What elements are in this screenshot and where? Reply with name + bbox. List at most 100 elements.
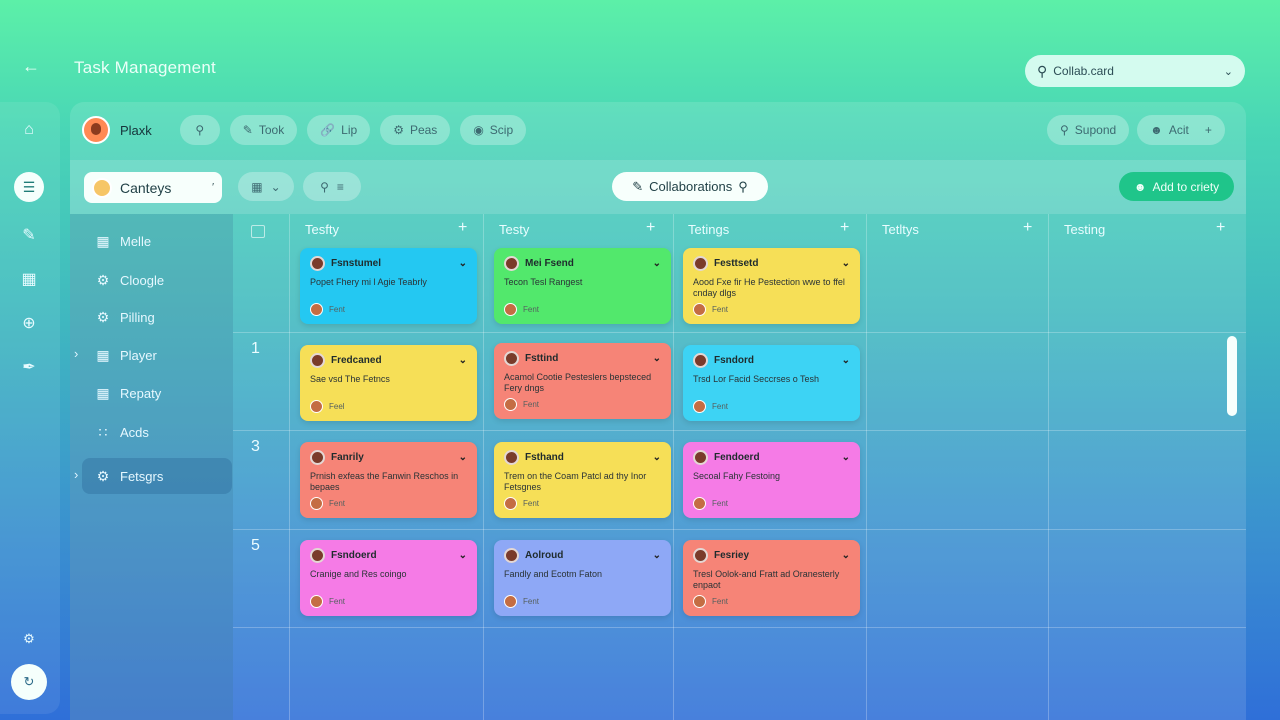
card-footer: Fent xyxy=(504,595,539,608)
link-toggle[interactable]: ⚲ ≡ xyxy=(303,172,361,201)
chevron-down-icon[interactable]: ⌄ xyxy=(459,258,467,269)
task-card[interactable]: Fsndord ⌄ Trsd Lor Facid Seccrses o Tesh Fe… xyxy=(683,345,860,421)
add-column-icon[interactable]: + xyxy=(458,219,467,237)
board-icon: ▦ xyxy=(251,179,263,194)
chevron-down-icon[interactable]: ⌄ xyxy=(842,452,850,463)
toolbar-pill-label: Peas xyxy=(409,123,438,137)
card-owner: Fent xyxy=(329,499,346,508)
task-card[interactable]: Mei Fsend ⌄ Tecon Tesl Rangest Fent xyxy=(494,248,671,324)
task-card[interactable]: Fredcaned ⌄ Sae vsd The Fetncs Feel xyxy=(300,345,477,421)
sidebar-item-melle[interactable]: ▦ Melle xyxy=(82,223,232,259)
supond-button[interactable]: ⚲ Supond xyxy=(1047,115,1130,145)
card-owner: Fent xyxy=(329,597,346,606)
view-toggle[interactable]: ▦ ⌄ xyxy=(238,172,294,201)
edit-icon[interactable]: ✎ xyxy=(19,226,39,246)
icon-rail: ⌂ ☰ ✎ ▦ ⊕ ✒ ⚙ ↻ xyxy=(0,102,60,714)
chevron-down-icon[interactable]: ⌄ xyxy=(653,258,661,269)
logout-icon[interactable]: ↻ xyxy=(11,664,47,700)
task-card[interactable]: Fendoerd ⌄ Secoal Fahy Festoing Fent xyxy=(683,442,860,518)
home-icon[interactable]: ⌂ xyxy=(19,120,39,140)
settings-icon[interactable]: ⚙ xyxy=(19,629,39,649)
tag-icon: ◉ xyxy=(473,123,484,137)
chevron-down-icon[interactable]: ⌄ xyxy=(842,550,850,561)
assignee-avatar xyxy=(310,256,325,271)
toolbar-pill-scip[interactable]: ◉ Scip xyxy=(460,115,527,145)
toolbar-pill-peas[interactable]: ⚙ Peas xyxy=(380,115,451,145)
sidebar-item-player[interactable]: ▦ Player xyxy=(82,337,232,373)
assignee-avatar xyxy=(693,548,708,563)
sidebar-item-fetsgrs[interactable]: ⚙ Fetsgrs xyxy=(82,458,232,494)
chevron-down-icon[interactable]: ⌄ xyxy=(459,550,467,561)
gear-icon: ⚙ xyxy=(393,123,404,137)
add-column-icon[interactable]: + xyxy=(1023,219,1032,237)
chevron-down-icon[interactable]: ⌄ xyxy=(459,452,467,463)
chevron-right-icon[interactable]: › xyxy=(74,467,78,482)
card-title: Fredcaned xyxy=(331,355,382,366)
search-button[interactable]: ⚲ xyxy=(179,115,220,145)
user-name: Plaxk xyxy=(120,122,152,138)
card-description: Prnish exfeas the Fanwin Reschos in bepa… xyxy=(310,471,459,492)
task-card[interactable]: Fsttind ⌄ Acamol Cootie Pesteslers bepstec… xyxy=(494,343,671,419)
toolbar-pill-lip[interactable]: 🔗 Lip xyxy=(307,115,371,145)
grid-line xyxy=(233,627,1246,628)
grid-line xyxy=(673,214,674,720)
sidebar-item-repaty[interactable]: ▦ Repaty xyxy=(82,375,232,411)
row-number: 1 xyxy=(251,340,260,357)
task-card[interactable]: Aolroud ⌄ Fandly and Ecotm Faton Fent xyxy=(494,540,671,616)
card-header: Fredcaned ⌄ xyxy=(310,353,467,368)
task-card[interactable]: Fsndoerd ⌄ Cranige and Res coingo Fent xyxy=(300,540,477,616)
owner-avatar xyxy=(693,400,706,413)
plus-icon[interactable]: + xyxy=(1205,123,1212,137)
add-column-icon[interactable]: + xyxy=(646,219,655,237)
sidebar-item-label: Acds xyxy=(120,424,149,440)
card-description: Cranige and Res coingo xyxy=(310,569,407,579)
chevron-down-icon[interactable]: ⌄ xyxy=(459,355,467,366)
vertical-scrollbar[interactable] xyxy=(1227,336,1237,416)
back-arrow-icon[interactable]: ← xyxy=(22,56,40,77)
task-card[interactable]: Festtsetd ⌄ Aood Fxe fir He Pestection wwe… xyxy=(683,248,860,324)
column-header: Testy xyxy=(499,222,530,237)
dots-grid-icon: ∷ xyxy=(98,423,108,440)
chevron-down-icon[interactable]: ⌄ xyxy=(653,353,661,364)
card-header: Festtsetd ⌄ xyxy=(693,256,850,271)
add-button[interactable]: ☻ Add to criety xyxy=(1119,172,1234,201)
grid-icon: ▦ xyxy=(96,232,110,249)
card-header: Fsttind ⌄ xyxy=(504,351,661,366)
grid-line xyxy=(1048,214,1049,720)
top-search-dropdown[interactable]: ⚲ Collab.card ⌄ xyxy=(1025,55,1245,87)
add-column-icon[interactable]: + xyxy=(1216,219,1225,237)
task-card[interactable]: Fesriey ⌄ Tresl Oolok-and Fratt ad Oranest… xyxy=(683,540,860,616)
pen-icon[interactable]: ✒ xyxy=(19,358,39,378)
sidebar-item-pilling[interactable]: ⚙ Pilling xyxy=(82,299,232,335)
select-all-checkbox[interactable] xyxy=(251,225,265,238)
task-card[interactable]: Fsthand ⌄ Trem on the Coam Patcl ad thy In… xyxy=(494,442,671,518)
sidebar-item-label: Repaty xyxy=(120,385,162,401)
chevron-down-icon[interactable]: ⌄ xyxy=(842,355,850,366)
menu-icon[interactable]: ☰ xyxy=(14,172,44,202)
add-column-icon[interactable]: + xyxy=(840,219,849,237)
chevron-down-icon[interactable]: ⌄ xyxy=(653,452,661,463)
avatar[interactable] xyxy=(82,116,110,144)
acit-button[interactable]: ☻ Acit + xyxy=(1137,115,1225,145)
task-card[interactable]: Fsnstumel ⌄ Popet Fhery mi l Agie Teabrly F… xyxy=(300,248,477,324)
board-icon[interactable]: ▦ xyxy=(19,270,39,290)
card-title: Fsndord xyxy=(714,355,754,366)
chevron-right-icon[interactable]: › xyxy=(74,346,78,361)
user-add-icon: ☻ xyxy=(1133,179,1147,194)
chevron-down-icon[interactable]: ⌄ xyxy=(842,258,850,269)
task-card[interactable]: Fanrily ⌄ Prnish exfeas the Fanwin Reschos… xyxy=(300,442,477,518)
link-icon: ⚲ xyxy=(320,179,329,194)
windows-icon: ▦ xyxy=(96,384,110,401)
sidebar-item-cloogle[interactable]: ⚙ Cloogle xyxy=(82,262,232,298)
caret-icon: ′ xyxy=(212,182,214,193)
collaborations-button[interactable]: ✎ Collaborations ⚲ xyxy=(612,172,768,201)
assignee-avatar xyxy=(504,450,519,465)
toolbar-pill-took[interactable]: ✎ Took xyxy=(229,115,298,145)
sidebar-item-label: Cloogle xyxy=(120,272,165,288)
chevron-down-icon[interactable]: ⌄ xyxy=(653,550,661,561)
sidebar-item-acds[interactable]: ∷ Acds xyxy=(82,414,232,450)
add-circle-icon[interactable]: ⊕ xyxy=(19,314,39,334)
category-select[interactable]: Canteys ′ xyxy=(84,172,222,203)
grid-line xyxy=(866,214,867,720)
user-icon: ☻ xyxy=(1150,123,1163,137)
